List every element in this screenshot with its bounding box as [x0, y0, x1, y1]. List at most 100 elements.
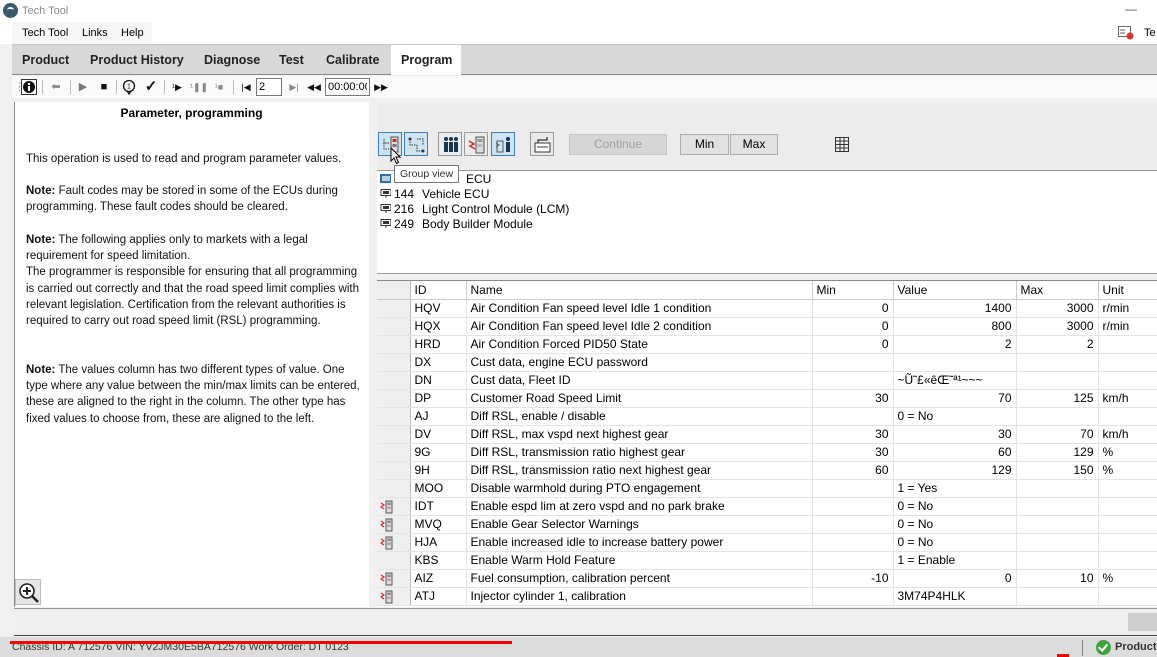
- ecu-computer-icon: [380, 174, 391, 183]
- table-row[interactable]: MVQ Enable Gear Selector Warnings 0 = No: [377, 515, 1157, 534]
- ecu-list-item[interactable]: 249 Body Builder Module: [380, 217, 680, 232]
- tab-diagnose[interactable]: Diagnose: [194, 45, 270, 75]
- cell-id: DX: [410, 353, 467, 372]
- play-icon[interactable]: ▶: [75, 79, 91, 95]
- first-step-icon[interactable]: |◀: [238, 79, 254, 95]
- table-row[interactable]: HQX Air Condition Fan speed level Idle 2 …: [377, 317, 1157, 336]
- cell-max: [1016, 533, 1099, 552]
- cell-value[interactable]: 1 = Enable: [893, 551, 1017, 570]
- grip-handle[interactable]: ⋮: [14, 79, 25, 95]
- fast-forward-icon[interactable]: ▶▶: [373, 79, 389, 95]
- column-header-max[interactable]: Max: [1016, 281, 1099, 300]
- grid-header-row: ID Name Min Value Max Unit: [377, 281, 1157, 300]
- table-row[interactable]: DV Diff RSL, max vspd next highest gear 30…: [377, 425, 1157, 444]
- export-button[interactable]: [530, 132, 554, 156]
- cell-value[interactable]: 1400: [893, 299, 1017, 318]
- continue-button[interactable]: Continue: [569, 134, 667, 155]
- step-play-icon[interactable]: ¹▶: [169, 79, 185, 95]
- column-header-value[interactable]: Value: [893, 281, 1017, 300]
- menu-item-links[interactable]: Links: [82, 27, 108, 39]
- ecu-list-item[interactable]: 144 Vehicle ECU: [380, 187, 680, 202]
- main-tabs: Product Product History Diagnose Test Ca…: [12, 45, 1157, 75]
- cell-id: HRD: [410, 335, 467, 354]
- table-row[interactable]: IDT Enable espd lim at zero vspd and no p…: [377, 497, 1157, 516]
- zoom-in-button[interactable]: [15, 579, 41, 605]
- cell-value[interactable]: 1 = Yes: [893, 479, 1017, 498]
- time-input[interactable]: [325, 78, 370, 96]
- cell-value[interactable]: 3M74P4HLK: [893, 587, 1017, 606]
- table-view-icon[interactable]: [835, 137, 849, 155]
- cell-value[interactable]: 800: [893, 317, 1017, 336]
- menu-item-help[interactable]: Help: [121, 27, 144, 39]
- cell-min: 0: [812, 317, 894, 336]
- tab-program[interactable]: Program: [391, 45, 461, 75]
- last-step-icon[interactable]: ▶|: [286, 79, 302, 95]
- ecu-transfer-button[interactable]: [464, 132, 488, 156]
- table-row[interactable]: HJA Enable increased idle to increase bat…: [377, 533, 1157, 552]
- tab-test[interactable]: Test: [269, 45, 314, 75]
- cell-id: AIZ: [410, 569, 467, 588]
- table-row[interactable]: MOO Disable warmhold during PTO engagemen…: [377, 479, 1157, 498]
- cell-value[interactable]: 0 = No: [893, 497, 1017, 516]
- tab-product-history[interactable]: Product History: [80, 45, 194, 75]
- table-row[interactable]: DX Cust data, engine ECU password: [377, 353, 1157, 372]
- table-row[interactable]: AJ Diff RSL, enable / disable 0 = No: [377, 407, 1157, 426]
- scrollbar-thumb[interactable]: [1128, 613, 1157, 631]
- step-number-input[interactable]: [256, 78, 282, 96]
- tab-product[interactable]: Product: [12, 45, 79, 75]
- table-row[interactable]: ATJ Injector cylinder 1, calibration 3M74P…: [377, 587, 1157, 606]
- panel-splitter[interactable]: [369, 98, 377, 608]
- cell-name: Enable Gear Selector Warnings: [466, 515, 813, 534]
- cell-value[interactable]: 0: [893, 569, 1017, 588]
- rewind-icon[interactable]: ◀◀: [306, 79, 322, 95]
- column-header-id[interactable]: ID: [410, 281, 467, 300]
- table-row[interactable]: DP Customer Road Speed Limit 30 70 125 km/h: [377, 389, 1157, 408]
- table-row[interactable]: 9H Diff RSL, transmission ratio next high…: [377, 461, 1157, 480]
- step-pause-icon[interactable]: ¹❚❚: [190, 79, 208, 95]
- column-header-min[interactable]: Min: [812, 281, 894, 300]
- column-header-unit[interactable]: Unit: [1098, 281, 1157, 300]
- cell-id: MOO: [410, 479, 467, 498]
- toolbar-separator: [70, 80, 71, 94]
- ecu-person-button[interactable]: [491, 132, 515, 156]
- minimize-button[interactable]: —: [1119, 2, 1143, 18]
- table-row[interactable]: HRD Air Condition Forced PID50 State 0 2 2: [377, 335, 1157, 354]
- cell-value[interactable]: 30: [893, 425, 1017, 444]
- cell-value[interactable]: 0 = No: [893, 515, 1017, 534]
- column-header-name[interactable]: Name: [466, 281, 813, 300]
- message-icon[interactable]: [1118, 26, 1134, 40]
- cell-value[interactable]: 60: [893, 443, 1017, 462]
- cell-min: 30: [812, 443, 894, 462]
- cell-value[interactable]: 70: [893, 389, 1017, 408]
- table-row[interactable]: AIZ Fuel consumption, calibration percent…: [377, 569, 1157, 588]
- cell-id: KBS: [410, 551, 467, 570]
- cell-unit: [1098, 479, 1157, 498]
- back-arrow-icon[interactable]: ⬅: [48, 79, 64, 95]
- cell-value[interactable]: 0 = No: [893, 533, 1017, 552]
- bottom-scroll-area: [14, 608, 1157, 636]
- cell-value[interactable]: ~Ũ˜£«êŒ˜ª¹~~~: [893, 371, 1017, 390]
- cell-name: Enable Warm Hold Feature: [466, 551, 813, 570]
- max-button[interactable]: Max: [730, 134, 778, 155]
- cell-value[interactable]: 2: [893, 335, 1017, 354]
- cell-value[interactable]: 0 = No: [893, 407, 1017, 426]
- cell-value[interactable]: 129: [893, 461, 1017, 480]
- table-row[interactable]: HQV Air Condition Fan speed level Idle 1 …: [377, 299, 1157, 318]
- tree-view-button[interactable]: [404, 132, 428, 156]
- cell-value[interactable]: [893, 353, 1017, 372]
- tab-calibrate[interactable]: Calibrate: [316, 45, 390, 75]
- stop-icon[interactable]: ■: [96, 79, 112, 95]
- step-stop-icon[interactable]: ¹■: [211, 79, 227, 95]
- table-row[interactable]: DN Cust data, Fleet ID ~Ũ˜£«êŒ˜ª¹~~~: [377, 371, 1157, 390]
- menu-item-tech-tool[interactable]: Tech Tool: [22, 27, 68, 39]
- row-header: [377, 551, 411, 570]
- info-icon[interactable]: [21, 79, 37, 95]
- hint-icon[interactable]: 1: [121, 79, 137, 96]
- min-button[interactable]: Min: [680, 134, 729, 155]
- check-icon[interactable]: ✓: [143, 79, 159, 95]
- ecu-list-item[interactable]: 216 Light Control Module (LCM): [380, 202, 680, 217]
- table-row[interactable]: 9G Diff RSL, transmission ratio highest g…: [377, 443, 1157, 462]
- users-button[interactable]: [438, 132, 462, 156]
- table-row[interactable]: KBS Enable Warm Hold Feature 1 = Enable: [377, 551, 1157, 570]
- toolbar-label[interactable]: Te: [1144, 27, 1156, 39]
